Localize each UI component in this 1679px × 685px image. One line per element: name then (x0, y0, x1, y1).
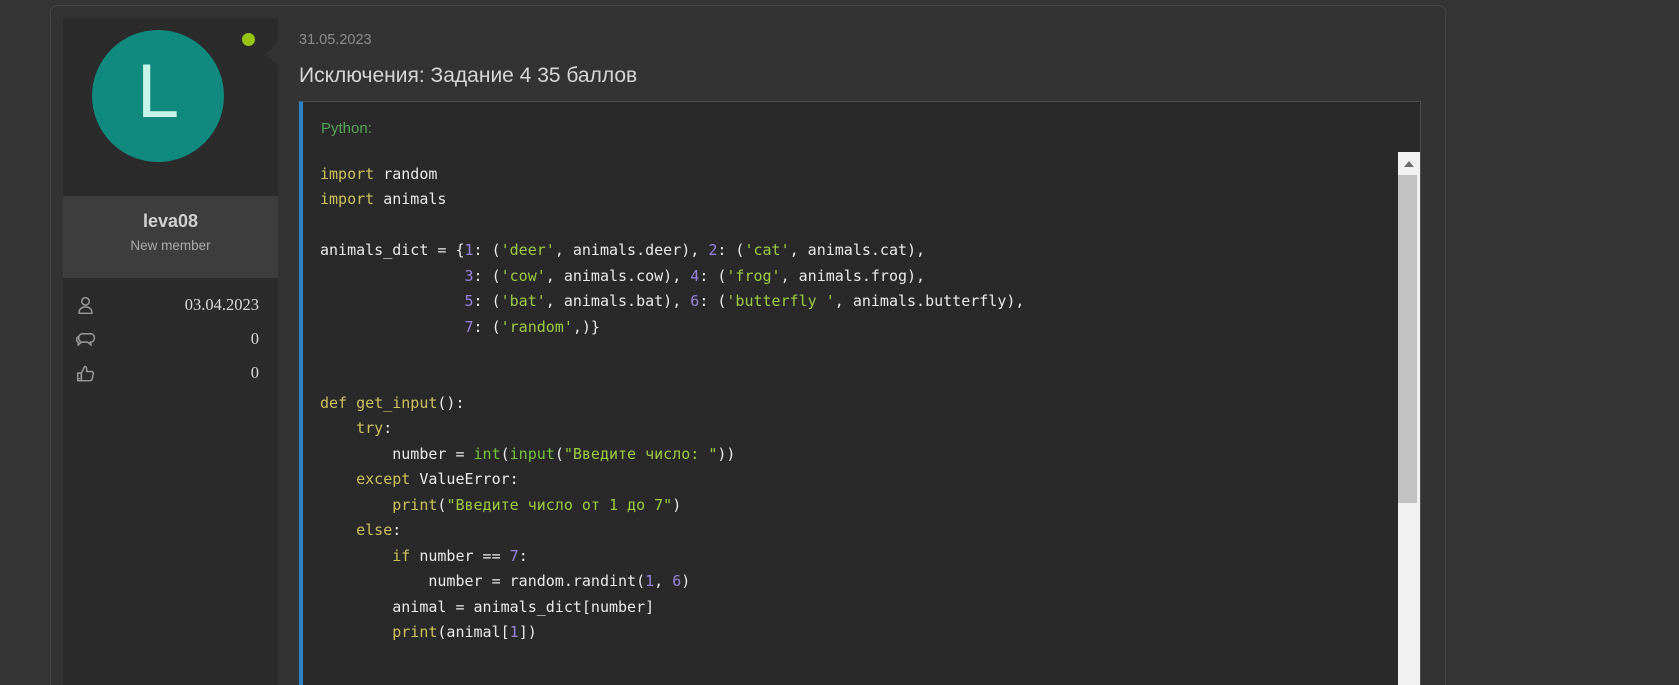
stat-row-joined: 03.04.2023 (73, 292, 259, 318)
post-title: Исключения: Задание 4 35 баллов (299, 62, 1421, 90)
code-line: else: (320, 518, 1370, 543)
user-stats: 03.04.2023 0 0 (63, 292, 278, 394)
code-language-label: Python: (303, 102, 1420, 152)
scroll-up-arrow-icon (1404, 161, 1414, 167)
code-line: number = int(input("Введите число: ")) (320, 442, 1370, 467)
code-line: print("Введите число от 1 до 7") (320, 493, 1370, 518)
message-bubble-arrow (266, 42, 278, 66)
scrollbar-up-button[interactable] (1398, 152, 1420, 175)
code-content[interactable]: import randomimport animals animals_dict … (303, 152, 1420, 666)
code-line: number = random.randint(1, 6) (320, 569, 1370, 594)
messages-icon (73, 327, 98, 352)
code-scrollbar[interactable] (1398, 152, 1420, 685)
post-container: L leva08 New member 03.04.2023 0 (50, 5, 1446, 685)
likes-icon (73, 361, 98, 386)
code-line (320, 340, 1370, 365)
code-line (320, 213, 1370, 238)
code-line: 5: ('bat', animals.bat), 6: ('butterfly … (320, 289, 1370, 314)
avatar[interactable]: L (63, 18, 278, 196)
post-date[interactable]: 31.05.2023 (299, 31, 1421, 49)
code-line: import animals (320, 187, 1370, 212)
code-line: import random (320, 162, 1370, 187)
code-line: except ValueError: (320, 467, 1370, 492)
messages-count: 0 (98, 329, 259, 349)
code-line: animal = animals_dict[number] (320, 595, 1370, 620)
code-line: try: (320, 416, 1370, 441)
code-line: animals_dict = {1: ('deer', animals.deer… (320, 238, 1370, 263)
post-content: 31.05.2023 Исключения: Задание 4 35 балл… (278, 6, 1445, 685)
code-block: Python: import randomimport animals anima… (299, 101, 1421, 685)
stat-row-likes: 0 (73, 360, 259, 386)
code-line: print(animal[1]) (320, 620, 1370, 645)
user-icon (73, 293, 98, 318)
avatar-letter: L (137, 54, 179, 138)
code-line: 7: ('random',)} (320, 315, 1370, 340)
username-link[interactable]: leva08 (63, 211, 278, 232)
code-line (320, 366, 1370, 391)
username-banner: leva08 New member (63, 196, 278, 278)
user-role: New member (63, 238, 278, 253)
stat-row-messages: 0 (73, 326, 259, 352)
code-line: def get_input(): (320, 391, 1370, 416)
scrollbar-thumb[interactable] (1398, 175, 1417, 503)
likes-count: 0 (98, 363, 259, 383)
online-indicator (242, 33, 255, 46)
user-cell: L leva08 New member 03.04.2023 0 (63, 18, 278, 685)
code-body: import randomimport animals animals_dict … (303, 152, 1420, 685)
avatar-circle[interactable]: L (92, 30, 224, 162)
joined-date: 03.04.2023 (98, 295, 259, 315)
code-line: 3: ('cow', animals.cow), 4: ('frog', ani… (320, 264, 1370, 289)
code-line: if number == 7: (320, 544, 1370, 569)
